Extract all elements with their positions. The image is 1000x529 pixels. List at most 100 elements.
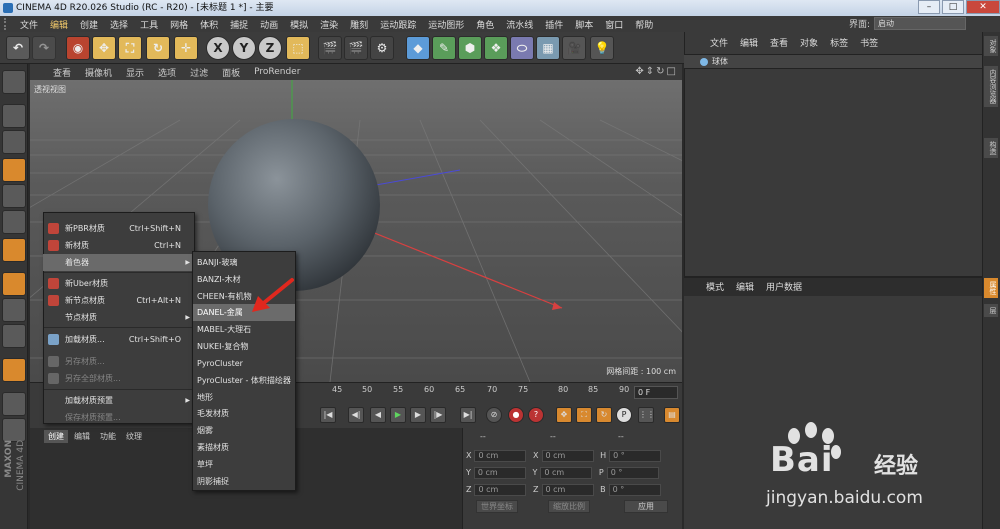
menu-motion-tracking[interactable]: 运动跟踪 (374, 18, 422, 31)
viewport-menu-panel[interactable]: 面板 (215, 66, 247, 79)
axis-mode-icon[interactable] (2, 272, 26, 296)
dock-tab-structure[interactable]: 构造 (984, 138, 998, 158)
viewport-menu-display[interactable]: 显示 (119, 66, 151, 79)
object-name[interactable]: 球体 (712, 56, 728, 67)
record-active-objects-icon[interactable]: ● (508, 407, 524, 423)
menu-snap[interactable]: 捕捉 (224, 18, 254, 31)
obj-menu-view[interactable]: 查看 (764, 36, 794, 52)
position-key-icon[interactable]: ✥ (556, 407, 572, 423)
previous-frame-icon[interactable]: ◀ (370, 407, 386, 423)
coord-field[interactable]: 0 cm (474, 450, 527, 462)
menu-select[interactable]: 选择 (104, 18, 134, 31)
timeline-window-icon[interactable]: ▤ (664, 407, 680, 423)
coord-field[interactable]: 0 ° (606, 467, 659, 479)
viewport-menu-options[interactable]: 选项 (151, 66, 183, 79)
menu-script[interactable]: 脚本 (569, 18, 599, 31)
scale-tool-icon[interactable]: ⛶ (118, 36, 142, 60)
menu-animate[interactable]: 动画 (254, 18, 284, 31)
x-axis-lock-icon[interactable]: X (206, 36, 230, 60)
menu-save-material-preset[interactable]: 保存材质预置... (43, 409, 195, 426)
menu-new-uber-material[interactable]: 新Uber材质 (43, 275, 195, 292)
menu-new-node-material[interactable]: 新节点材质 Ctrl+Alt+N (43, 292, 195, 309)
light-icon[interactable]: 💡 (590, 36, 614, 60)
next-frame-icon[interactable]: ▶ (410, 407, 426, 423)
viewport-nav-icons[interactable]: ✥⇕↻□ (635, 66, 678, 77)
menu-node-materials[interactable]: 节点材质 ▶ (43, 309, 195, 326)
workplane-mode-icon[interactable] (2, 158, 26, 182)
obj-menu-file[interactable]: 文件 (704, 36, 734, 52)
coord-field[interactable]: 0 cm (540, 467, 593, 479)
motion-record-icon[interactable]: ⊘ (486, 407, 502, 423)
dock-tab-objects[interactable]: 对象 (984, 36, 998, 56)
dock-tab-layers[interactable]: 层 (984, 304, 998, 317)
texture-mode-icon[interactable] (2, 130, 26, 154)
maximize-button[interactable]: □ (942, 0, 964, 14)
coord-field[interactable]: 0 cm (474, 484, 527, 496)
apply-button[interactable]: 应用 (624, 500, 668, 513)
shader-shadow-catcher[interactable]: 阴影捕捉 (193, 473, 295, 490)
live-selection-icon[interactable]: ◉ (66, 36, 90, 60)
shader-banji[interactable]: BANJI-玻璃 (193, 254, 295, 271)
shader-hair-material[interactable]: 毛发材质 (193, 405, 295, 422)
play-icon[interactable]: ▶ (390, 407, 406, 423)
close-button[interactable]: ✕ (966, 0, 1000, 14)
viewport-menu-prorender[interactable]: ProRender (247, 67, 307, 77)
shader-mabel[interactable]: MABEL-大理石 (193, 321, 295, 338)
coord-field[interactable]: 0 cm (541, 450, 594, 462)
object-row-sphere[interactable]: 球体 (684, 54, 982, 69)
viewport-menu-view[interactable]: 查看 (46, 66, 78, 79)
menu-load-materials[interactable]: 加载材质... Ctrl+Shift+O (43, 331, 195, 348)
shader-pyrocluster-volume-tracer[interactable]: PyroCluster - 体积描绘器 (193, 372, 295, 389)
shader-nukei[interactable]: NUKEI-复合物 (193, 338, 295, 355)
autokeying-icon[interactable]: ? (528, 407, 544, 423)
attr-menu-user-data[interactable]: 用户数据 (760, 280, 808, 294)
menu-mograph[interactable]: 运动图形 (422, 18, 470, 31)
obj-menu-bookmarks[interactable]: 书签 (854, 36, 884, 52)
obj-menu-tags[interactable]: 标签 (824, 36, 854, 52)
shader-smoke[interactable]: 烟雾 (193, 422, 295, 439)
locked-workplane-icon[interactable] (2, 392, 26, 416)
parameter-key-icon[interactable]: P (616, 407, 632, 423)
menu-save-material-as[interactable]: 另存材质... (43, 353, 195, 370)
previous-key-icon[interactable]: ◀| (348, 407, 364, 423)
attr-menu-mode[interactable]: 模式 (700, 280, 730, 294)
minimize-button[interactable]: – (918, 0, 940, 14)
rotate-tool-icon[interactable]: ↻ (146, 36, 170, 60)
menu-simulate[interactable]: 模拟 (284, 18, 314, 31)
material-tab-create[interactable]: 创建 (44, 430, 68, 443)
menu-new-pbr-material[interactable]: 新PBR材质 Ctrl+Shift+N (43, 220, 195, 237)
menu-sculpt[interactable]: 雕刻 (344, 18, 374, 31)
go-to-start-icon[interactable]: |◀ (320, 407, 336, 423)
snap-icon[interactable] (2, 324, 26, 348)
attr-menu-edit[interactable]: 编辑 (730, 280, 760, 294)
dock-tab-attributes[interactable]: 属性 (984, 278, 998, 298)
shader-terrain[interactable]: 地形 (193, 389, 295, 406)
next-key-icon[interactable]: |▶ (430, 407, 446, 423)
menu-pipeline[interactable]: 流水线 (500, 18, 539, 31)
menu-mesh[interactable]: 网格 (164, 18, 194, 31)
shader-lawn[interactable]: 草坪 (193, 456, 295, 473)
viewport-menu-cameras[interactable]: 摄像机 (78, 66, 119, 79)
obj-menu-objects[interactable]: 对象 (794, 36, 824, 52)
magnet-icon[interactable] (2, 358, 26, 382)
menu-new-material[interactable]: 新材质 Ctrl+N (43, 237, 195, 254)
menu-tools[interactable]: 工具 (134, 18, 164, 31)
render-view-icon[interactable]: 🎬 (318, 36, 342, 60)
end-frame-field[interactable]: 0 F (634, 386, 678, 399)
points-mode-icon[interactable] (2, 184, 26, 208)
bend-deformer-icon[interactable]: ⬭ (510, 36, 534, 60)
camera-icon[interactable]: 🎥 (562, 36, 586, 60)
go-to-end-icon[interactable]: ▶| (460, 407, 476, 423)
material-tab-edit[interactable]: 编辑 (70, 430, 94, 443)
material-tab-function[interactable]: 功能 (96, 430, 120, 443)
coord-field[interactable]: 0 cm (473, 467, 526, 479)
menu-edit[interactable]: 编辑 (44, 18, 74, 31)
menu-render[interactable]: 渲染 (314, 18, 344, 31)
y-axis-lock-icon[interactable]: Y (232, 36, 256, 60)
scale-mode-select[interactable]: 缩放比例 (548, 500, 590, 513)
material-tab-texture[interactable]: 纹理 (122, 430, 146, 443)
menu-load-material-preset[interactable]: 加载材质预置 ▶ (43, 392, 195, 409)
menu-shader[interactable]: 着色器 ▶ (43, 254, 195, 271)
polygons-mode-icon[interactable] (2, 238, 26, 262)
menu-volume[interactable]: 体积 (194, 18, 224, 31)
